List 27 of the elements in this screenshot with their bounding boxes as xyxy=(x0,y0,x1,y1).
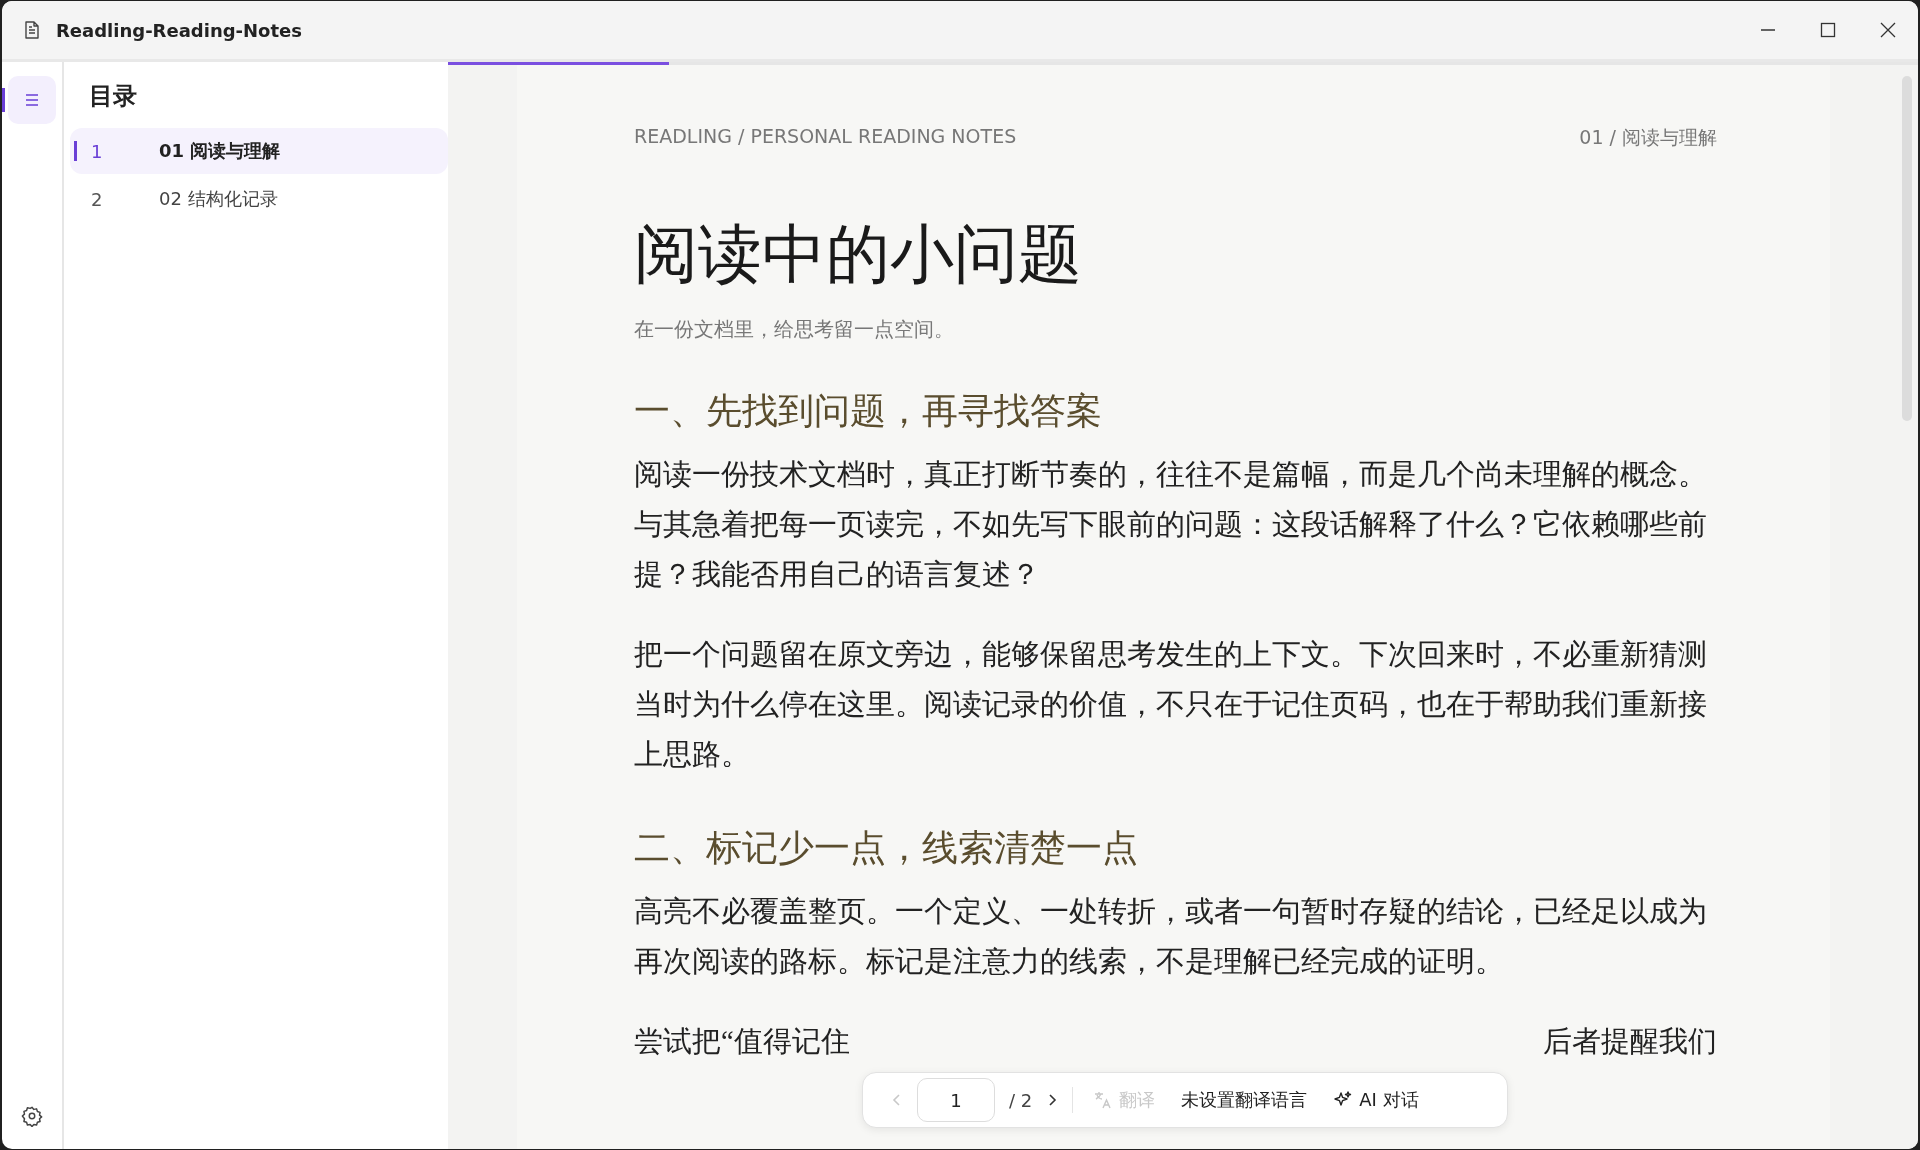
document-icon xyxy=(24,21,40,39)
outline-item[interactable]: 2 02 结构化记录 xyxy=(70,176,448,222)
section-heading: 一、先找到问题，再寻找答案 xyxy=(634,389,1103,434)
ai-chat-button[interactable]: AI 对话 xyxy=(1327,1084,1425,1116)
menu-icon xyxy=(24,92,40,108)
page-total: / 2 xyxy=(1009,1089,1033,1111)
chevron-right-icon[interactable] xyxy=(1046,1092,1059,1108)
page-number-field[interactable]: 1 xyxy=(917,1078,995,1122)
translate-icon xyxy=(1093,1090,1114,1110)
breadcrumb: READLING / PERSONAL READING NOTES xyxy=(634,125,1017,149)
outline-title: 目录 xyxy=(88,81,138,112)
close-icon[interactable] xyxy=(1880,22,1896,38)
paragraph: 阅读一份技术文档时，真正打断节奏的，往往不是篇幅，而是几个尚未理解的概念。与其急着把每一页读完，不如先写下眼前的问题：这段话解释了什么？它依赖哪些前提？我能否用自己的语言复述？ xyxy=(634,458,1708,593)
paragraph: 高亮不必覆盖整页。一个定义、一处转折，或者一句暂时存疑的结论，已经足以成为再次阅读的路标。标记是注意力的线索，不是理解已经完成的证明。 xyxy=(634,895,1708,980)
article-subtitle: 在一份文档里，给思考留一点空间。 xyxy=(634,316,955,344)
paragraph: 尝试把“值得记住 xyxy=(634,1025,850,1060)
maximize-icon[interactable] xyxy=(1820,22,1836,38)
settings-icon[interactable] xyxy=(21,1105,43,1127)
chapter-label: 01 / 阅读与理解 xyxy=(1579,125,1717,150)
language-button[interactable]: 未设置翻译语言 xyxy=(1175,1084,1314,1116)
window-title: Readling-Reading-Notes xyxy=(56,19,302,41)
article-title: 阅读中的小问题 xyxy=(634,216,1083,293)
outline-button[interactable] xyxy=(8,76,56,124)
paragraph: 后者提醒我们 xyxy=(1543,1025,1717,1060)
outline-item[interactable]: 1 01 阅读与理解 xyxy=(70,128,448,174)
section-heading: 二、标记少一点，线索清楚一点 xyxy=(634,826,1139,871)
paragraph: 把一个问题留在原文旁边，能够保留思考发生的上下文。下次回来时，不必重新猜测当时为什么停在这里。阅读记录的价值，不只在于记住页码，也在于帮助我们重新接上思路。 xyxy=(634,638,1708,773)
